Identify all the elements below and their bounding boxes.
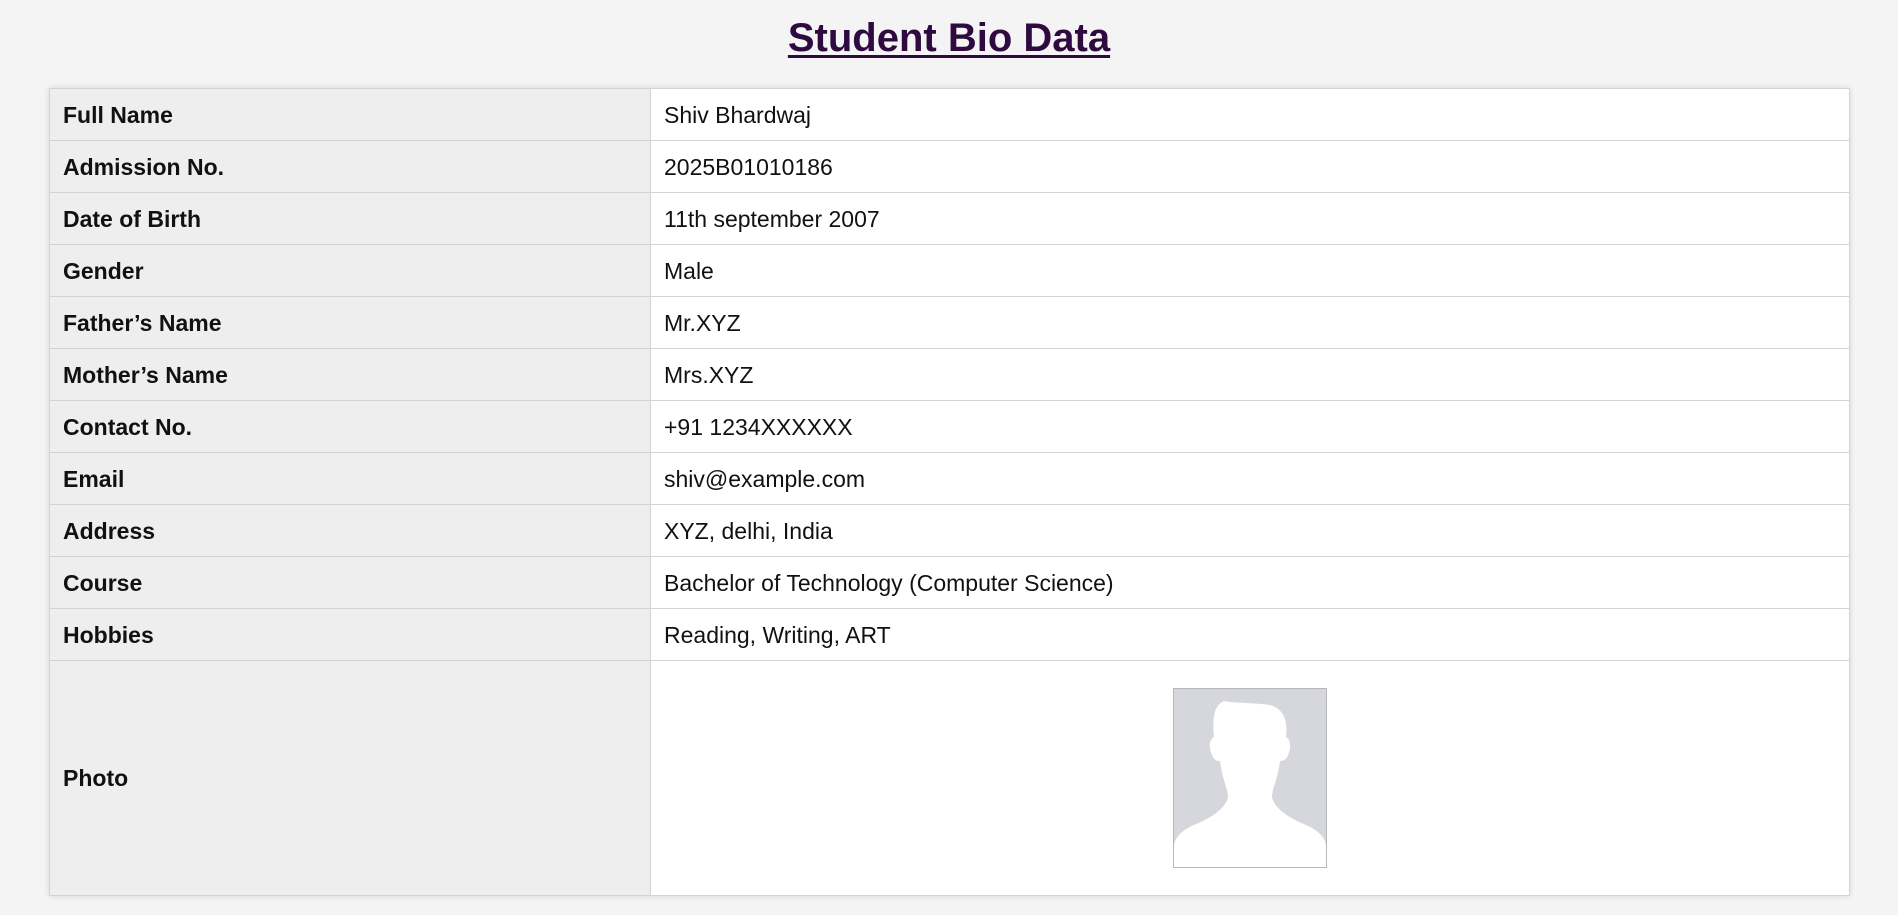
field-value: +91 1234XXXXXX bbox=[650, 400, 1850, 453]
page-title: Student Bio Data bbox=[787, 16, 1111, 60]
bio-data-table: Full Name Shiv Bhardwaj Admission No. 20… bbox=[49, 88, 1850, 896]
table-row-date-of-birth: Date of Birth 11th september 2007 bbox=[49, 192, 1850, 245]
field-value: Shiv Bhardwaj bbox=[650, 88, 1850, 141]
field-label: Photo bbox=[49, 660, 651, 896]
field-label: Email bbox=[49, 452, 651, 505]
field-label: Hobbies bbox=[49, 608, 651, 661]
field-label: Gender bbox=[49, 244, 651, 297]
table-row-email: Email shiv@example.com bbox=[49, 452, 1850, 505]
table-row-fathers-name: Father’s Name Mr.XYZ bbox=[49, 296, 1850, 349]
field-label: Father’s Name bbox=[49, 296, 651, 349]
field-value: 11th september 2007 bbox=[650, 192, 1850, 245]
field-label: Mother’s Name bbox=[49, 348, 651, 401]
field-label: Address bbox=[49, 504, 651, 557]
table-row-gender: Gender Male bbox=[49, 244, 1850, 297]
field-value: Reading, Writing, ART bbox=[650, 608, 1850, 661]
field-value: Mrs.XYZ bbox=[650, 348, 1850, 401]
field-value: Mr.XYZ bbox=[650, 296, 1850, 349]
table-row-full-name: Full Name Shiv Bhardwaj bbox=[49, 88, 1850, 141]
table-row-address: Address XYZ, delhi, India bbox=[49, 504, 1850, 557]
field-value: Male bbox=[650, 244, 1850, 297]
field-value: Bachelor of Technology (Computer Science… bbox=[650, 556, 1850, 609]
table-row-mothers-name: Mother’s Name Mrs.XYZ bbox=[49, 348, 1850, 401]
field-label: Admission No. bbox=[49, 140, 651, 193]
table-row-course: Course Bachelor of Technology (Computer … bbox=[49, 556, 1850, 609]
field-value: shiv@example.com bbox=[650, 452, 1850, 505]
field-label: Contact No. bbox=[49, 400, 651, 453]
field-label: Date of Birth bbox=[49, 192, 651, 245]
field-value: 2025B01010186 bbox=[650, 140, 1850, 193]
field-label: Course bbox=[49, 556, 651, 609]
field-value: XYZ, delhi, India bbox=[650, 504, 1850, 557]
table-row-photo: Photo bbox=[49, 660, 1850, 896]
field-label: Full Name bbox=[49, 88, 651, 141]
person-silhouette-icon bbox=[1174, 689, 1326, 867]
student-photo bbox=[1173, 688, 1327, 868]
table-row-admission-no: Admission No. 2025B01010186 bbox=[49, 140, 1850, 193]
table-row-hobbies: Hobbies Reading, Writing, ART bbox=[49, 608, 1850, 661]
photo-cell bbox=[650, 660, 1850, 896]
table-row-contact-no: Contact No. +91 1234XXXXXX bbox=[49, 400, 1850, 453]
